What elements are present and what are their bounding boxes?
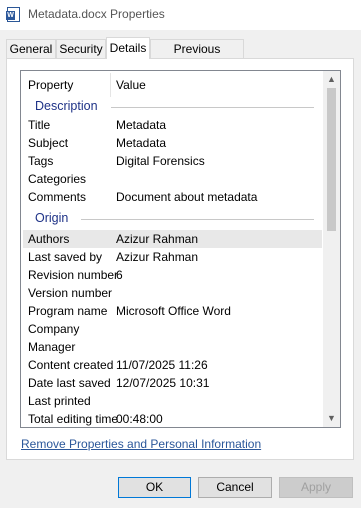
group-divider xyxy=(111,107,314,108)
table-row[interactable]: Subject Metadata xyxy=(23,134,322,152)
window-title: Metadata.docx Properties xyxy=(28,7,165,21)
tab-security[interactable]: Security xyxy=(56,39,106,58)
word-document-icon: W xyxy=(6,7,20,22)
column-divider[interactable] xyxy=(110,73,111,97)
table-row[interactable]: Title Metadata xyxy=(23,116,322,134)
property-value: Digital Forensics xyxy=(116,154,205,168)
property-name: Total editing time xyxy=(28,412,119,426)
tab-general[interactable]: General xyxy=(6,39,56,58)
property-name: Categories xyxy=(28,172,87,186)
table-row[interactable]: Revision number 6 xyxy=(23,266,322,284)
table-row[interactable]: Categories xyxy=(23,170,322,188)
property-name: Content created xyxy=(28,358,114,372)
property-value: Azizur Rahman xyxy=(116,250,199,264)
property-name: Title xyxy=(28,118,51,132)
table-row[interactable]: Manager xyxy=(23,338,322,356)
group-divider xyxy=(81,219,314,220)
property-name: Authors xyxy=(28,232,70,246)
property-name: Version number xyxy=(28,286,113,300)
table-row[interactable]: Version number xyxy=(23,284,322,302)
property-name: Last printed xyxy=(28,394,91,408)
ok-button[interactable]: OK xyxy=(118,477,191,498)
property-value: Document about metadata xyxy=(116,190,258,204)
property-name: Program name xyxy=(28,304,108,318)
scroll-up-arrow-icon[interactable]: ▲ xyxy=(323,71,340,88)
tab-details[interactable]: Details xyxy=(106,37,150,59)
properties-list[interactable]: Property Value Description Title Metadata… xyxy=(20,70,341,428)
table-row[interactable]: Program name Microsoft Office Word xyxy=(23,302,322,320)
table-row[interactable]: Date last saved 12/07/2025 10:31 xyxy=(23,374,322,392)
table-row[interactable]: Comments Document about metadata xyxy=(23,188,322,206)
table-row[interactable]: Tags Digital Forensics xyxy=(23,152,322,170)
table-row[interactable]: Last printed xyxy=(23,392,322,410)
property-name: Last saved by xyxy=(28,250,103,264)
table-row[interactable]: Total editing time 00:48:00 xyxy=(23,410,322,427)
property-name: Company xyxy=(28,322,80,336)
column-header-value[interactable]: Value xyxy=(116,78,146,92)
column-header-property[interactable]: Property xyxy=(28,78,73,92)
property-value: Azizur Rahman xyxy=(116,232,199,246)
property-name: Manager xyxy=(28,340,76,354)
details-panel: Property Value Description Title Metadata… xyxy=(6,58,354,460)
group-label: Description xyxy=(35,99,104,113)
tab-previous-versions[interactable]: Previous Versions xyxy=(150,39,244,70)
apply-button[interactable]: Apply xyxy=(279,477,353,498)
group-label: Origin xyxy=(35,211,75,225)
table-row[interactable]: Authors Azizur Rahman xyxy=(23,230,322,248)
title-bar: W Metadata.docx Properties xyxy=(0,0,361,30)
table-row[interactable]: Last saved by Azizur Rahman xyxy=(23,248,322,266)
table-row[interactable]: Content created 11/07/2025 11:26 xyxy=(23,356,322,374)
property-value: 00:48:00 xyxy=(116,412,163,426)
property-name: Subject xyxy=(28,136,69,150)
scroll-down-arrow-icon[interactable]: ▼ xyxy=(323,410,340,427)
property-name: Tags xyxy=(28,154,54,168)
table-row[interactable]: Company xyxy=(23,320,322,338)
remove-properties-link[interactable]: Remove Properties and Personal Informati… xyxy=(21,437,261,451)
property-name: Comments xyxy=(28,190,87,204)
column-header-row: Property Value xyxy=(23,73,322,97)
property-value: Microsoft Office Word xyxy=(116,304,231,318)
property-name: Date last saved xyxy=(28,376,111,390)
property-value: Metadata xyxy=(116,136,167,150)
scrollbar-thumb[interactable] xyxy=(327,88,336,231)
cancel-button[interactable]: Cancel xyxy=(198,477,272,498)
vertical-scrollbar[interactable]: ▲ ▼ xyxy=(323,71,340,427)
property-value: 6 xyxy=(116,268,123,282)
property-value: 11/07/2025 11:26 xyxy=(116,358,208,372)
property-value: 12/07/2025 10:31 xyxy=(116,376,210,390)
group-header-origin: Origin xyxy=(23,210,322,228)
property-value: Metadata xyxy=(116,118,167,132)
group-header-description: Description xyxy=(23,98,322,116)
property-name: Revision number xyxy=(28,268,119,282)
